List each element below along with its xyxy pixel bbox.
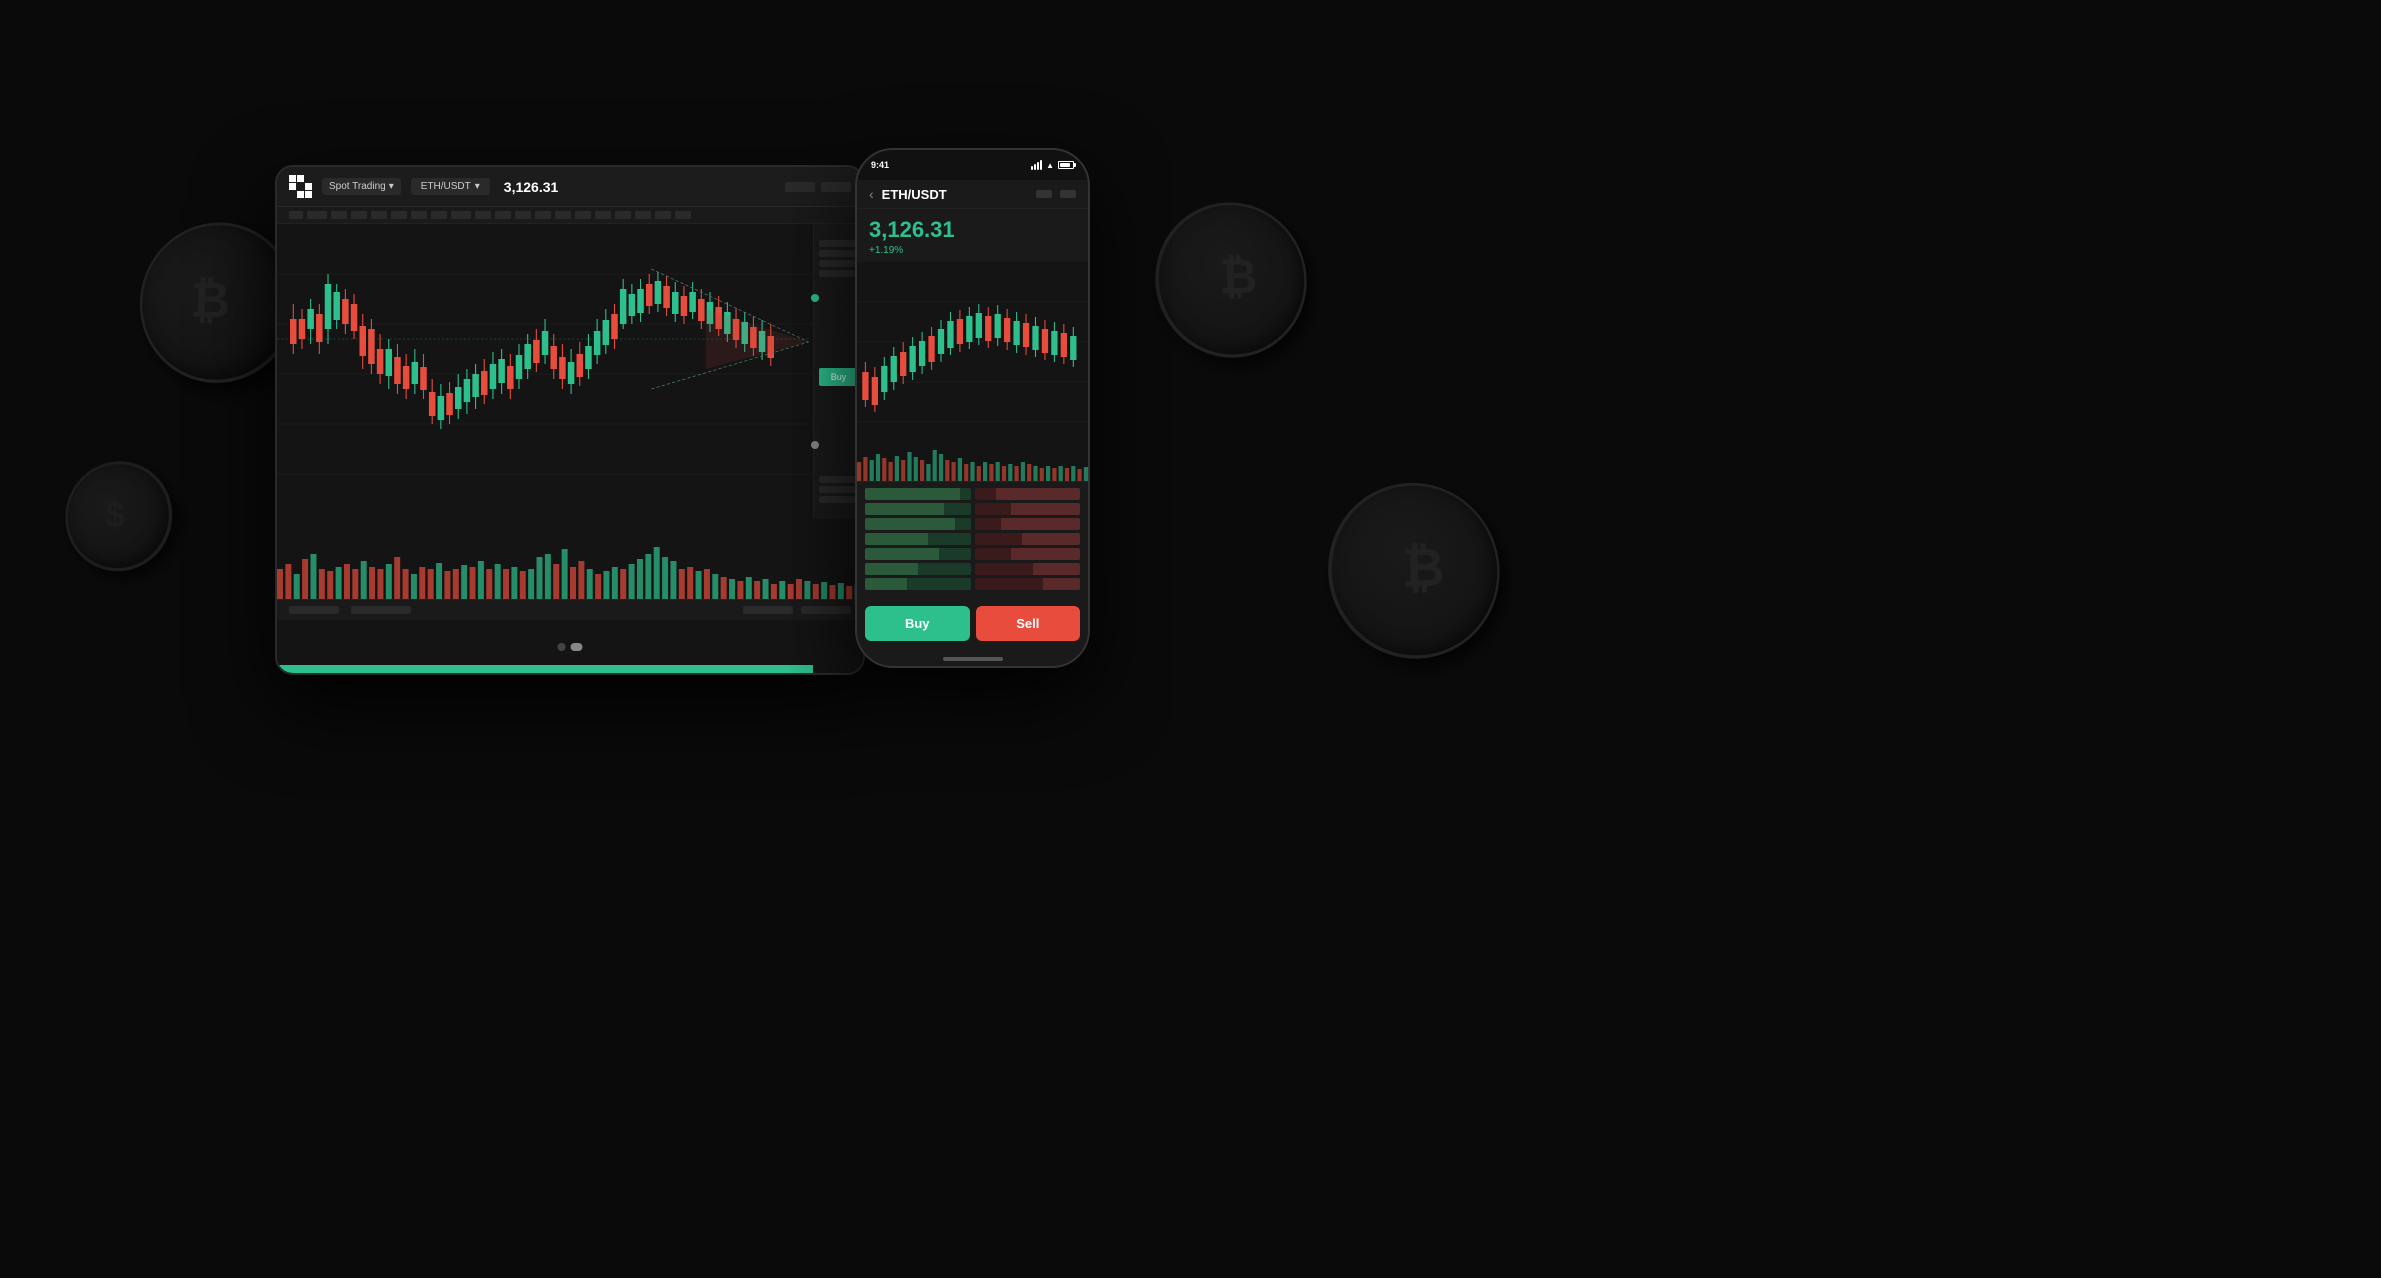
pair-label: ETH/USDT [421, 181, 471, 192]
toolbar-item-17[interactable] [615, 211, 631, 219]
bid-row-6 [865, 563, 971, 575]
phone-candlestick-chart [857, 262, 1088, 442]
phone-pair-icons [1036, 190, 1076, 198]
phone-nav-bar: ‹ ETH/USDT [857, 180, 1088, 209]
buy-indicator: Buy [819, 368, 859, 386]
tablet-header: Spot Trading ▾ ETH/USDT ▾ 3,126.31 [277, 167, 863, 207]
price-level-3 [819, 260, 858, 267]
volume-chart [277, 519, 863, 599]
phone-price: 3,126.31 [869, 217, 1076, 243]
phone-status-bar: 9:41 ▲ [857, 150, 1088, 180]
ask-row-7 [975, 578, 1081, 590]
orderbook-asks [975, 488, 1081, 590]
bid-row-7 [865, 578, 971, 590]
toolbar-item-5[interactable] [371, 211, 387, 219]
price-level-4 [819, 270, 858, 277]
bitcoin-coin-1: ₿ [136, 214, 297, 392]
bitcoin-coin-3: ₿ [1326, 473, 1503, 670]
spot-trading-label: Spot Trading [329, 181, 386, 192]
okx-logo [289, 175, 312, 198]
signal-bars-icon [1031, 160, 1042, 170]
header-ph-2 [821, 182, 851, 192]
toolbar-item-6[interactable] [391, 211, 407, 219]
price-level-6 [819, 486, 858, 493]
toolbar-item-19[interactable] [655, 211, 671, 219]
orderbook-bids [865, 488, 971, 590]
home-bar [943, 657, 1003, 661]
phone-volume-chart [857, 442, 1088, 482]
chart-toolbar [277, 207, 863, 224]
bid-row-4 [865, 533, 971, 545]
battery-icon [1058, 161, 1074, 169]
toolbar-item-9[interactable] [451, 211, 471, 219]
bottom-ph-4 [801, 606, 851, 614]
header-right-items [785, 182, 851, 192]
wifi-icon: ▲ [1046, 161, 1054, 170]
toolbar-item-13[interactable] [535, 211, 551, 219]
toolbar-item-18[interactable] [635, 211, 651, 219]
bitcoin-coin-2: ₿ [1154, 195, 1310, 367]
dollar-coin: $ [63, 457, 172, 575]
price-level-1 [819, 240, 858, 247]
toolbar-item-4[interactable] [351, 211, 367, 219]
toolbar-item-10[interactable] [475, 211, 491, 219]
phone-device: 9:41 ▲ ‹ ETH/USDT 3,126.31 +1.19% [855, 148, 1090, 668]
phone-pair-title: ETH/USDT [882, 187, 947, 202]
more-icon[interactable] [1036, 190, 1052, 198]
toolbar-item-11[interactable] [495, 211, 511, 219]
ask-row-2 [975, 503, 1081, 515]
nav-dot-1[interactable] [558, 643, 566, 651]
header-ph-1 [785, 182, 815, 192]
ask-row-1 [975, 488, 1081, 500]
toolbar-item-14[interactable] [555, 211, 571, 219]
candlestick-chart [277, 224, 863, 494]
toolbar-item-15[interactable] [575, 211, 591, 219]
nav-dot-2[interactable] [571, 643, 583, 651]
phone-price-area: 3,126.31 +1.19% [857, 209, 1088, 262]
bid-row-1 [865, 488, 971, 500]
ask-row-3 [975, 518, 1081, 530]
toolbar-item-3[interactable] [331, 211, 347, 219]
bottom-ph-3 [743, 606, 793, 614]
price-level-7 [819, 496, 858, 503]
ask-row-6 [975, 563, 1081, 575]
nav-dots [558, 643, 583, 651]
phone-home-indicator [857, 651, 1088, 665]
tablet-price: 3,126.31 [504, 179, 559, 195]
ask-row-4 [975, 533, 1081, 545]
spot-trading-button[interactable]: Spot Trading ▾ [322, 178, 401, 195]
back-button[interactable]: ‹ [869, 186, 874, 202]
price-level-5 [819, 476, 858, 483]
settings-icon[interactable] [1060, 190, 1076, 198]
phone-orderbook [857, 482, 1088, 596]
phone-time: 9:41 [871, 160, 889, 170]
ask-row-5 [975, 548, 1081, 560]
buy-button[interactable]: Buy [865, 606, 970, 641]
tablet-bottom-bar [277, 599, 863, 620]
bottom-ph-1 [289, 606, 339, 614]
sell-button[interactable]: Sell [976, 606, 1081, 641]
chart-main-area: Buy [277, 224, 863, 519]
bottom-ph-2 [351, 606, 411, 614]
toolbar-item-12[interactable] [515, 211, 531, 219]
toolbar-item-8[interactable] [431, 211, 447, 219]
phone-action-buttons: Buy Sell [857, 596, 1088, 651]
toolbar-item-20[interactable] [675, 211, 691, 219]
tablet-device: Spot Trading ▾ ETH/USDT ▾ 3,126.31 [275, 165, 865, 675]
pair-chevron-icon: ▾ [475, 181, 480, 192]
phone-status-icons: ▲ [1031, 160, 1074, 170]
phone-price-change: +1.19% [869, 245, 1076, 256]
dropdown-chevron-icon: ▾ [389, 181, 394, 192]
toolbar-item-16[interactable] [595, 211, 611, 219]
toolbar-item-2[interactable] [307, 211, 327, 219]
toolbar-item-1[interactable] [289, 211, 303, 219]
pair-selector-button[interactable]: ETH/USDT ▾ [411, 178, 490, 195]
bid-row-3 [865, 518, 971, 530]
bottom-green-strip [277, 665, 813, 673]
toolbar-item-7[interactable] [411, 211, 427, 219]
bid-row-2 [865, 503, 971, 515]
price-level-2 [819, 250, 858, 257]
bid-row-5 [865, 548, 971, 560]
